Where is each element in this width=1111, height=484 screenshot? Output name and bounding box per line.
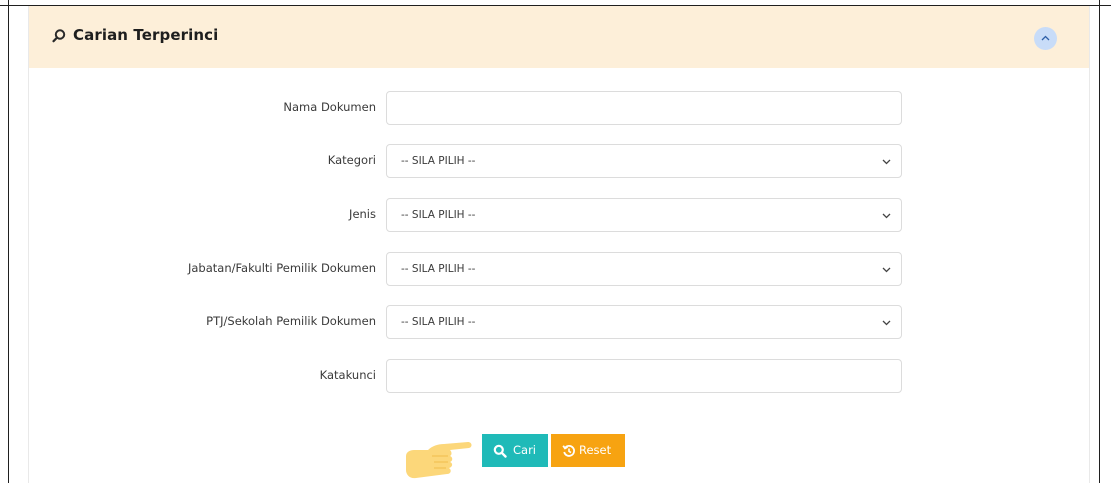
panel-header: Carian Terperinci — [29, 6, 1089, 68]
label-katakunci: Katakunci — [319, 368, 376, 382]
row-ptj-sekolah: PTJ/Sekolah Pemilik Dokumen -- SILA PILI… — [29, 305, 1089, 339]
pointing-hand-icon — [406, 442, 472, 479]
chevron-down-icon — [882, 213, 891, 219]
panel-title: Carian Terperinci — [73, 26, 219, 44]
search-panel: Carian Terperinci Nama Dokumen Kategori … — [28, 6, 1090, 483]
jenis-select[interactable]: -- SILA PILIH -- — [386, 198, 902, 232]
search-button[interactable]: Cari — [482, 434, 548, 467]
chevron-up-icon — [1041, 35, 1050, 41]
ptj-sekolah-select[interactable]: -- SILA PILIH -- — [386, 305, 902, 339]
search-icon — [52, 29, 66, 43]
row-nama-dokumen: Nama Dokumen — [29, 91, 1089, 125]
jabatan-fakulti-selected-value: -- SILA PILIH -- — [401, 263, 476, 275]
kategori-selected-value: -- SILA PILIH -- — [401, 155, 476, 167]
label-jenis: Jenis — [349, 207, 376, 221]
ptj-sekolah-selected-value: -- SILA PILIH -- — [401, 316, 476, 328]
collapse-button[interactable] — [1034, 27, 1057, 50]
jabatan-fakulti-select[interactable]: -- SILA PILIH -- — [386, 252, 902, 286]
search-button-label: Cari — [513, 443, 536, 457]
row-katakunci: Katakunci — [29, 359, 1089, 393]
row-kategori: Kategori -- SILA PILIH -- — [29, 144, 1089, 178]
label-kategori: Kategori — [327, 153, 376, 167]
row-jabatan-fakulti: Jabatan/Fakulti Pemilik Dokumen -- SILA … — [29, 252, 1089, 286]
label-ptj-sekolah: PTJ/Sekolah Pemilik Dokumen — [206, 314, 376, 328]
jenis-selected-value: -- SILA PILIH -- — [401, 209, 476, 221]
katakunci-input[interactable] — [386, 359, 902, 393]
chevron-down-icon — [882, 159, 891, 165]
history-icon — [562, 445, 575, 457]
nama-dokumen-input[interactable] — [386, 91, 902, 125]
label-jabatan-fakulti: Jabatan/Fakulti Pemilik Dokumen — [187, 261, 376, 275]
label-nama-dokumen: Nama Dokumen — [283, 100, 376, 114]
chevron-down-icon — [882, 320, 891, 326]
row-jenis: Jenis -- SILA PILIH -- — [29, 198, 1089, 232]
search-icon — [493, 444, 507, 458]
reset-button[interactable]: Reset — [551, 434, 625, 467]
chevron-down-icon — [882, 267, 891, 273]
reset-button-label: Reset — [579, 443, 612, 457]
kategori-select[interactable]: -- SILA PILIH -- — [386, 144, 902, 178]
